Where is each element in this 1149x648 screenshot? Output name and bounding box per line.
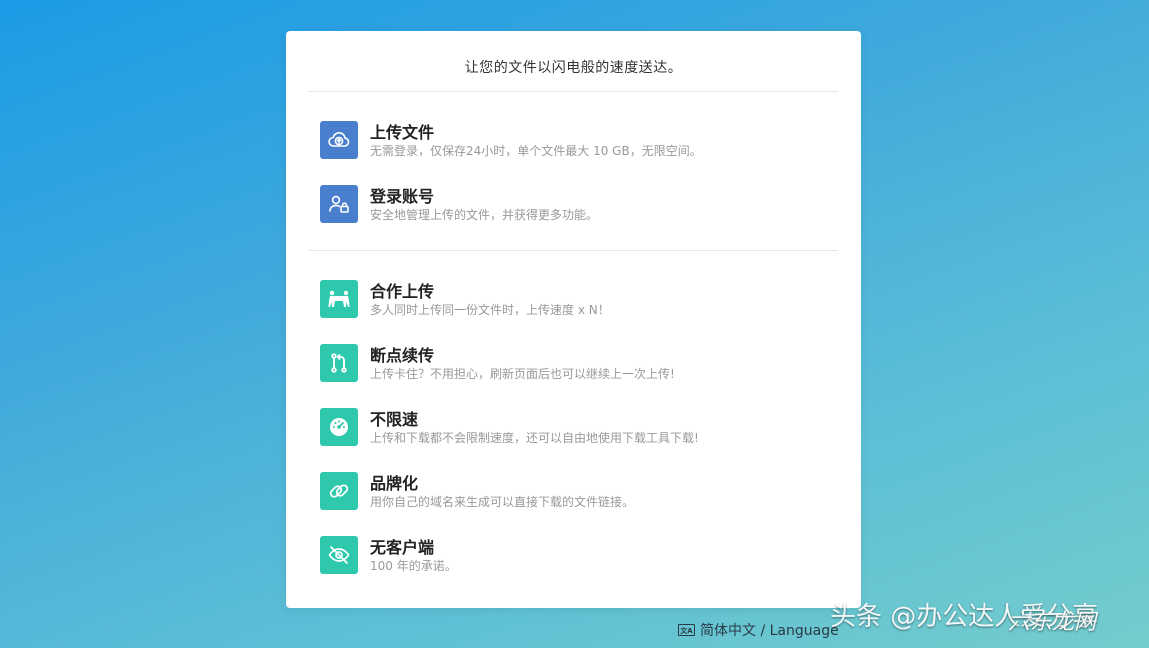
resume-branch-icon <box>320 344 358 382</box>
language-icon: 文A <box>678 624 695 636</box>
feature-unlimited-speed[interactable]: 不限速 上传和下载都不会限制速度，还可以自由地使用下载工具下载! <box>320 406 830 450</box>
tagline: 让您的文件以闪电般的速度送达。 <box>464 60 683 76</box>
divider-top <box>308 91 838 92</box>
user-lock-icon <box>320 185 358 223</box>
feature-desc: 多人同时上传同一份文件时，上传速度 x N！ <box>370 303 610 317</box>
feature-title: 不限速 <box>370 410 419 429</box>
feature-collaborative-upload[interactable]: 合作上传 多人同时上传同一份文件时，上传速度 x N！ <box>320 278 830 322</box>
feature-title: 品牌化 <box>370 474 419 493</box>
feature-desc: 安全地管理上传的文件，并获得更多功能。 <box>370 208 599 222</box>
feature-desc: 上传卡住？不用担心，刷新页面后也可以继续上一次上传! <box>370 367 675 381</box>
feature-desc: 无需登录，仅保存24小时，单个文件最大 10 GB，无限空间。 <box>370 144 702 158</box>
feature-resume-upload[interactable]: 断点续传 上传卡住？不用担心，刷新页面后也可以继续上一次上传! <box>320 342 830 386</box>
feature-desc: 100 年的承诺。 <box>370 559 457 573</box>
feature-title: 登录账号 <box>370 187 435 206</box>
feature-title: 上传文件 <box>370 123 435 142</box>
language-label: 简体中文 / Language <box>700 623 839 639</box>
watermark-overlay: 六东龙网 <box>1008 610 1097 635</box>
speedometer-icon <box>320 408 358 446</box>
divider-middle <box>308 250 838 251</box>
feature-title: 断点续传 <box>370 346 435 365</box>
feature-no-client[interactable]: 无客户端 100 年的承诺。 <box>320 534 830 578</box>
link-icon <box>320 472 358 510</box>
main-card: 让您的文件以闪电般的速度送达。 上传文件 无需登录，仅保存24小时，单个文件最大… <box>286 31 861 608</box>
feature-desc: 上传和下载都不会限制速度，还可以自由地使用下载工具下载! <box>370 431 699 445</box>
feature-title: 无客户端 <box>370 538 435 557</box>
feature-title: 合作上传 <box>370 282 435 301</box>
feature-upload-file[interactable]: 上传文件 无需登录，仅保存24小时，单个文件最大 10 GB，无限空间。 <box>320 119 830 163</box>
feature-desc: 用你自己的域名来生成可以直接下载的文件链接。 <box>370 495 635 509</box>
feature-branding[interactable]: 品牌化 用你自己的域名来生成可以直接下载的文件链接。 <box>320 470 830 514</box>
cloud-upload-icon <box>320 121 358 159</box>
language-selector[interactable]: 文A 简体中文 / Language <box>678 620 839 640</box>
eye-off-icon <box>320 536 358 574</box>
feature-login-account[interactable]: 登录账号 安全地管理上传的文件，并获得更多功能。 <box>320 183 830 227</box>
collaboration-icon <box>320 280 358 318</box>
